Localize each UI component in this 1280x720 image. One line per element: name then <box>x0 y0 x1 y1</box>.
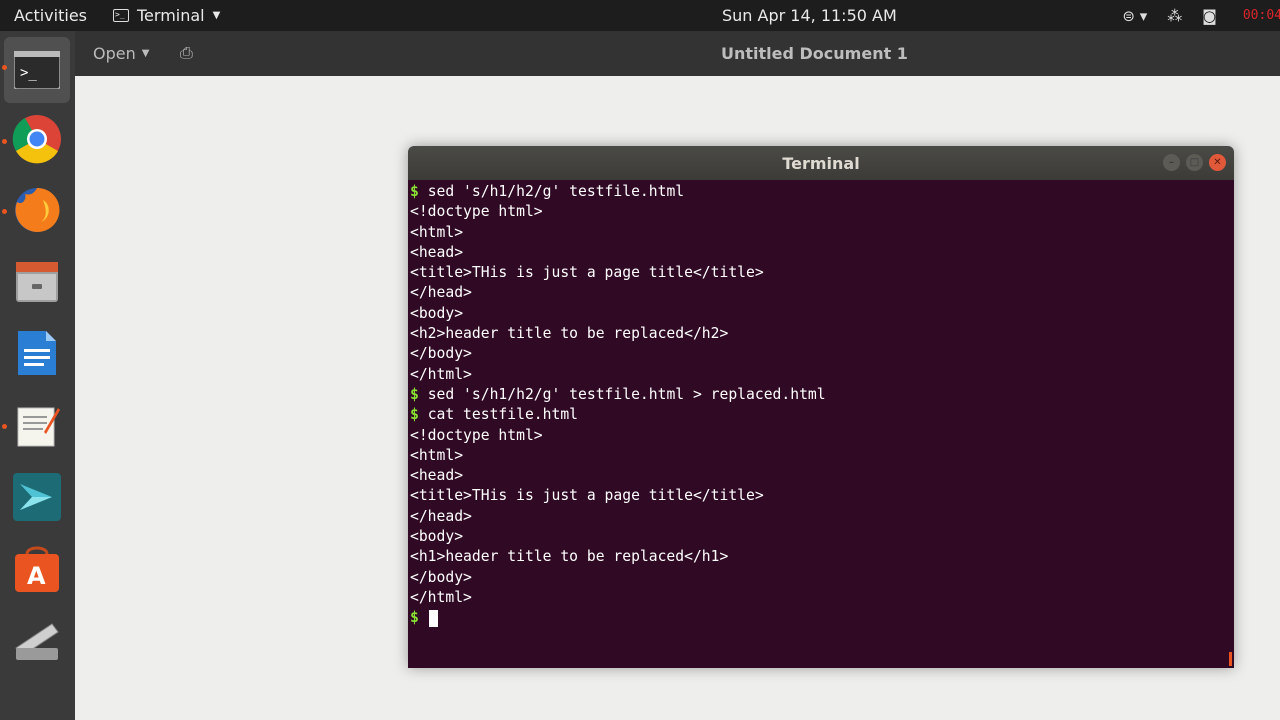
open-button[interactable]: Open ▼ <box>93 44 149 63</box>
chrome-icon <box>12 115 61 164</box>
terminal-line-text: <title>THis is just a page title</title> <box>410 264 764 282</box>
terminal-line-text: cat testfile.html <box>427 406 579 424</box>
svg-text:>_: >_ <box>20 65 37 81</box>
terminal-line: <body> <box>410 304 1234 324</box>
dock-software-center[interactable]: A <box>11 543 63 595</box>
netbeans-icon <box>13 473 61 521</box>
prompt-symbol: $ <box>410 183 428 200</box>
prompt-symbol: $ <box>410 385 428 403</box>
system-tray: ⊜ ▾ ⁂ ◙ 00:04 <box>1102 0 1280 31</box>
activities-button[interactable]: Activities <box>14 6 87 25</box>
dock-text-editor[interactable] <box>11 399 63 451</box>
running-indicator <box>2 209 7 214</box>
terminal-line-text: <h1>header title to be replaced</h1> <box>410 548 729 566</box>
scanner-icon <box>15 623 59 660</box>
terminal-line-text: <!doctype html> <box>410 203 543 221</box>
terminal-line-text: <head> <box>410 243 464 261</box>
camera-icon[interactable]: ◙ <box>1202 7 1217 25</box>
svg-text:A: A <box>27 562 46 590</box>
terminal-line-text: <html> <box>410 223 464 241</box>
dock: >_ A <box>0 31 75 720</box>
terminal-line: $ <box>410 608 1234 628</box>
terminal-title: Terminal <box>782 154 860 173</box>
terminal-line: <head> <box>410 243 1234 263</box>
terminal-line: </html> <box>410 365 1234 385</box>
prompt-symbol: $ <box>410 406 428 424</box>
terminal-line: </head> <box>410 507 1234 527</box>
terminal-icon: >_ <box>14 51 60 89</box>
text-cursor <box>428 609 438 627</box>
recording-indicator: 00:04 <box>1242 8 1280 23</box>
document-title: Untitled Document 1 <box>721 44 908 63</box>
terminal-window: Terminal – □ ✕ $ sed 's/h1/h2/g' testfil… <box>408 146 1234 668</box>
maximize-icon[interactable]: □ <box>1186 154 1203 171</box>
text-editor-icon <box>17 407 60 447</box>
minimize-icon[interactable]: – <box>1163 154 1180 171</box>
network-icon[interactable]: ⁂ <box>1167 7 1182 25</box>
terminal-line-text: sed 's/h1/h2/g' testfile.html > replaced… <box>427 385 826 403</box>
app-menu[interactable]: >_ Terminal ▼ <box>113 6 220 25</box>
terminal-titlebar[interactable]: Terminal – □ ✕ <box>408 146 1234 180</box>
terminal-line-text: <head> <box>410 467 464 485</box>
terminal-line: $ sed 's/h1/h2/g' testfile.html <box>410 182 1234 202</box>
terminal-line: <html> <box>410 446 1234 466</box>
accessibility-icon[interactable]: ⊜ ▾ <box>1122 7 1147 25</box>
terminal-output[interactable]: $ sed 's/h1/h2/g' testfile.html <!doctype… <box>408 180 1234 668</box>
terminal-line-text: </head> <box>410 507 472 525</box>
terminal-line-text: </head> <box>410 284 472 302</box>
terminal-line: <body> <box>410 527 1234 547</box>
terminal-line: $ cat testfile.html <box>410 405 1234 425</box>
firefox-icon <box>15 187 60 232</box>
terminal-line: </html> <box>410 588 1234 608</box>
terminal-line: <html> <box>410 223 1234 243</box>
new-document-icon[interactable]: ⎙ <box>180 43 193 63</box>
gedit-header-bar: Open ▼ ⎙ Untitled Document 1 <box>75 31 1280 76</box>
files-icon <box>16 262 58 302</box>
clock[interactable]: Sun Apr 14, 11:50 AM <box>722 6 897 25</box>
chevron-down-icon: ▼ <box>212 10 221 21</box>
dock-firefox[interactable] <box>11 184 63 236</box>
terminal-line: <title>THis is just a page title</title> <box>410 486 1234 506</box>
terminal-line-text: </body> <box>410 568 472 586</box>
terminal-line-text: sed 's/h1/h2/g' testfile.html <box>427 183 685 200</box>
running-indicator <box>2 424 7 429</box>
terminal-line-text: <h2>header title to be replaced</h2> <box>410 325 729 343</box>
terminal-line: <head> <box>410 466 1234 486</box>
terminal-line-text: <title>THis is just a page title</title> <box>410 487 764 505</box>
terminal-line: <h2>header title to be replaced</h2> <box>410 324 1234 344</box>
terminal-line-text: <body> <box>410 528 464 546</box>
terminal-line: </head> <box>410 283 1234 303</box>
writer-icon <box>18 331 56 375</box>
terminal-line-text: </body> <box>410 345 472 363</box>
running-indicator <box>2 139 7 144</box>
terminal-line-text: </html> <box>410 365 472 383</box>
dock-netbeans[interactable] <box>11 471 63 523</box>
dock-terminal[interactable]: >_ <box>4 37 70 103</box>
dock-files[interactable] <box>11 255 63 307</box>
terminal-line: $ sed 's/h1/h2/g' testfile.html > replac… <box>410 385 1234 405</box>
chevron-down-icon: ▼ <box>141 48 150 59</box>
dock-scanner[interactable] <box>11 615 63 667</box>
close-icon[interactable]: ✕ <box>1209 154 1226 171</box>
terminal-line-text: <body> <box>410 304 464 322</box>
terminal-line: <!doctype html> <box>410 202 1234 222</box>
terminal-line: <!doctype html> <box>410 426 1234 446</box>
terminal-line: <title>THis is just a page title</title> <box>410 263 1234 283</box>
software-center-icon: A <box>15 546 59 592</box>
terminal-line: </body> <box>410 568 1234 588</box>
terminal-line-text: <html> <box>410 446 464 464</box>
terminal-line-text: <!doctype html> <box>410 426 543 444</box>
scrollbar-indicator[interactable] <box>1229 652 1232 666</box>
open-button-label: Open <box>93 44 136 63</box>
top-bar: Activities >_ Terminal ▼ Sun Apr 14, 11:… <box>0 0 1280 31</box>
terminal-line: </body> <box>410 344 1234 364</box>
running-indicator <box>2 65 7 70</box>
prompt-symbol: $ <box>410 609 428 627</box>
terminal-line: <h1>header title to be replaced</h1> <box>410 547 1234 567</box>
terminal-small-icon: >_ <box>113 9 129 22</box>
dock-chrome[interactable] <box>11 113 63 165</box>
terminal-line-text: </html> <box>410 588 472 606</box>
dock-writer[interactable] <box>11 327 63 379</box>
app-menu-label: Terminal <box>137 6 205 25</box>
